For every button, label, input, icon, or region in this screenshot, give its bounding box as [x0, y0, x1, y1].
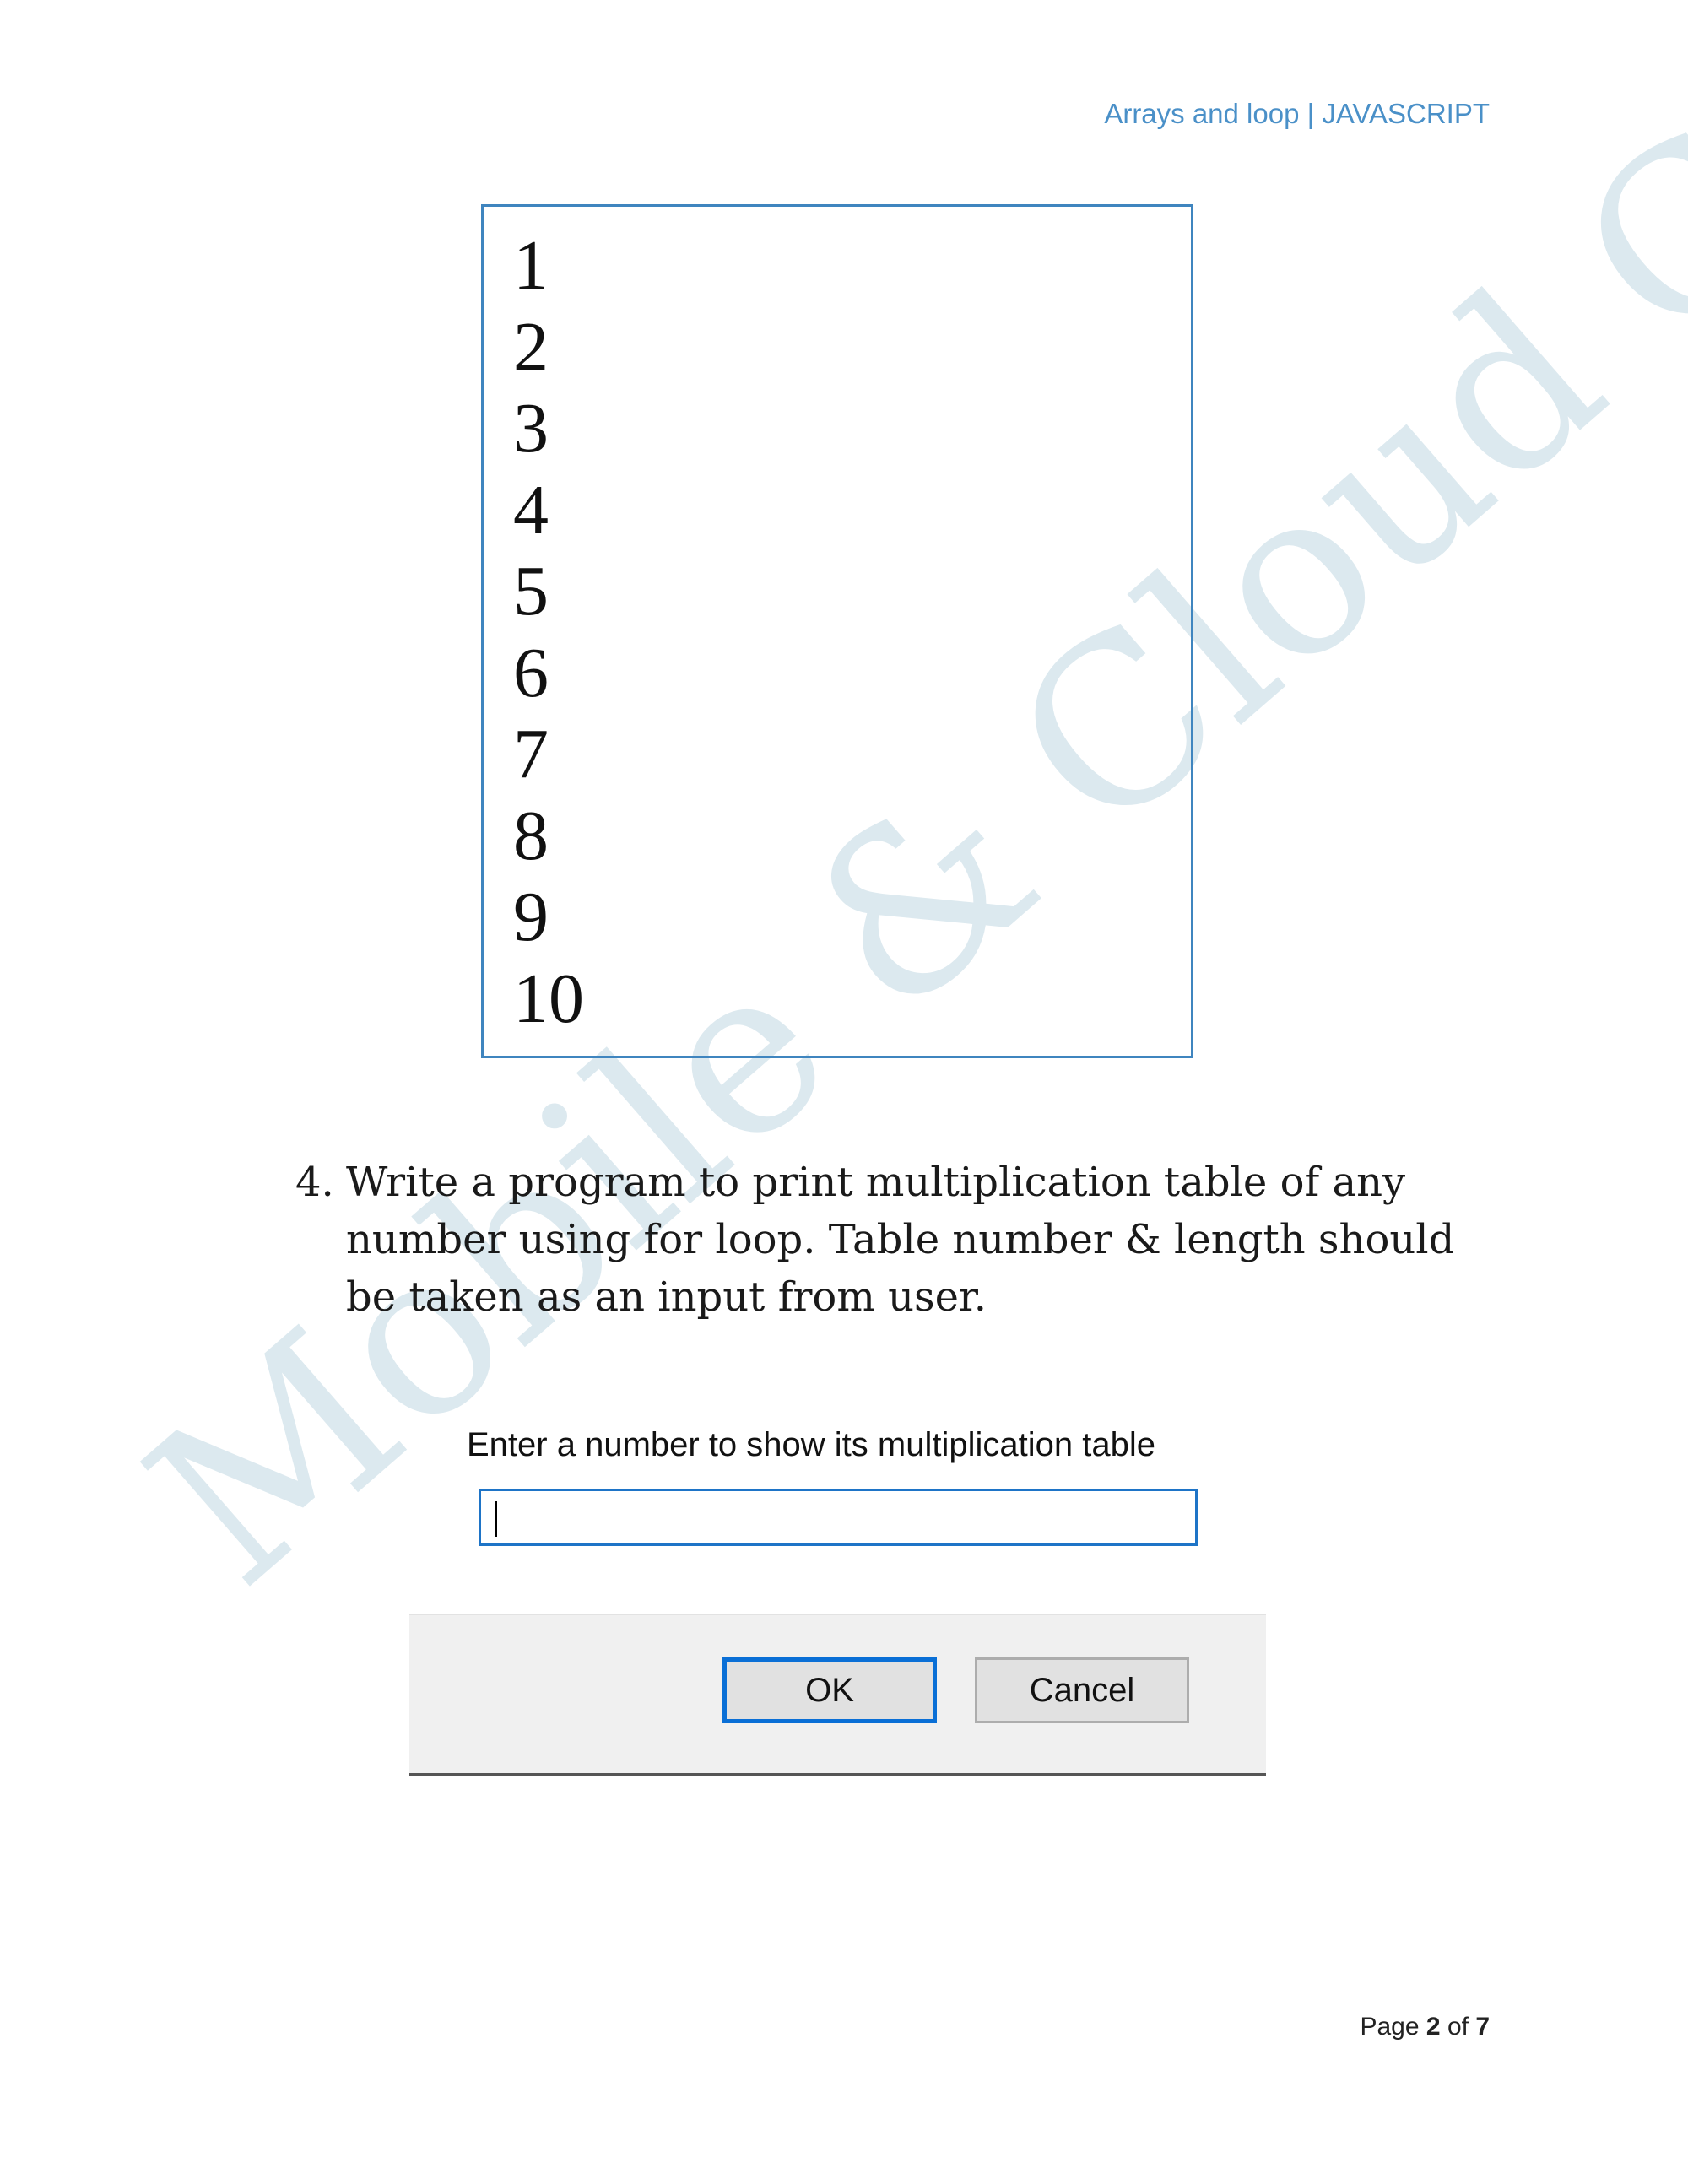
ok-button[interactable]: OK — [722, 1657, 937, 1723]
output-screenshot: 1 2 3 4 5 6 7 8 9 10 — [481, 204, 1193, 1058]
page-footer: Page 2 of 7 — [1360, 2013, 1490, 2041]
output-line: 10 — [513, 959, 584, 1038]
cancel-button[interactable]: Cancel — [975, 1657, 1189, 1723]
output-line: 3 — [513, 389, 549, 468]
output-line: 2 — [513, 307, 549, 387]
output-line: 5 — [513, 552, 549, 630]
output-line: 7 — [513, 715, 549, 793]
question-text: Write a program to print multiplication … — [346, 1159, 1455, 1321]
dialog-button-bar: OK Cancel — [409, 1614, 1266, 1776]
output-list: 1 2 3 4 5 6 7 8 9 10 — [513, 225, 584, 1040]
footer-page-word: Page — [1360, 2013, 1420, 2041]
page-header: Arrays and loop | JAVASCRIPT — [1104, 98, 1490, 129]
question-number: 4. — [295, 1159, 334, 1206]
output-line: 4 — [513, 470, 549, 549]
prompt-dialog: Enter a number to show its multiplicatio… — [409, 1426, 1266, 1781]
output-line: 8 — [513, 796, 549, 875]
text-caret — [495, 1501, 497, 1537]
output-line: 6 — [513, 633, 549, 712]
output-line: 1 — [513, 226, 549, 305]
prompt-input[interactable] — [479, 1489, 1198, 1546]
footer-total-pages: 7 — [1475, 2013, 1490, 2041]
footer-current-page: 2 — [1426, 2013, 1441, 2041]
question-item: 4. Write a program to print multiplicati… — [295, 1154, 1477, 1326]
output-line: 9 — [513, 878, 549, 956]
prompt-label: Enter a number to show its multiplicatio… — [467, 1426, 1155, 1463]
footer-of-word: of — [1447, 2013, 1469, 2041]
